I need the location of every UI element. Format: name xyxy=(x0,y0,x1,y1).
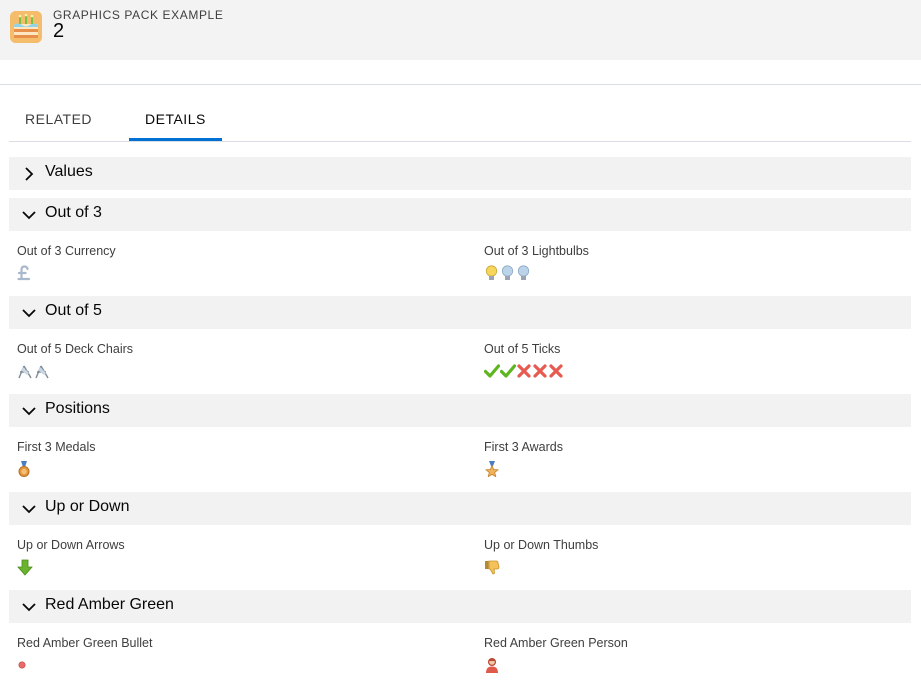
section-out-of-3-header[interactable]: Out of 3 xyxy=(9,198,911,231)
field-label: First 3 Awards xyxy=(484,440,563,454)
field-label: Out of 5 Ticks xyxy=(484,342,561,356)
field-value xyxy=(484,558,598,576)
tab-related[interactable]: RELATED xyxy=(25,104,92,140)
chevron-down-icon xyxy=(22,309,36,318)
field-label: Out of 3 Lightbulbs xyxy=(484,244,589,258)
field-up-or-down-arrows: Up or Down Arrows xyxy=(17,538,125,576)
section-title: Red Amber Green xyxy=(45,596,174,613)
field-first-3-awards: First 3 Awards xyxy=(484,440,563,478)
bronze-medal-icon xyxy=(18,461,30,477)
tick-icon xyxy=(500,364,516,378)
section-positions-header[interactable]: Positions xyxy=(9,394,911,427)
section-title: Positions xyxy=(45,400,110,417)
field-label: Out of 3 Currency xyxy=(17,244,116,258)
field-value xyxy=(484,264,589,282)
down-arrow-icon xyxy=(17,559,33,576)
field-label: Out of 5 Deck Chairs xyxy=(17,342,134,356)
chevron-down-icon xyxy=(22,603,36,612)
field-value xyxy=(17,656,153,674)
bronze-award-star-icon xyxy=(484,461,500,477)
chevron-right-icon xyxy=(25,167,34,181)
chevron-down-icon xyxy=(22,407,36,416)
record-header: GRAPHICS PACK EXAMPLE 2 xyxy=(0,0,921,60)
section-up-or-down-header[interactable]: Up or Down xyxy=(9,492,911,525)
cake-icon xyxy=(10,11,42,43)
section-values-header[interactable]: Values xyxy=(9,157,911,190)
section-red-amber-green-header[interactable]: Red Amber Green xyxy=(9,590,911,623)
field-label: Red Amber Green Bullet xyxy=(17,636,153,650)
field-value xyxy=(17,264,116,282)
field-label: Up or Down Thumbs xyxy=(484,538,599,552)
tab-details[interactable]: DETAILS xyxy=(129,104,222,141)
deck-chair-icon xyxy=(35,365,49,379)
section-out-of-5-header[interactable]: Out of 5 xyxy=(9,296,911,329)
field-out-of-3-lightbulbs: Out of 3 Lightbulbs xyxy=(484,244,589,282)
field-value xyxy=(484,656,628,674)
record-name: 2 xyxy=(53,20,65,42)
field-red-amber-green-bullet: Red Amber Green Bullet xyxy=(17,636,153,674)
chevron-down-icon xyxy=(22,211,36,220)
cross-icon xyxy=(517,364,531,378)
tab-bar: RELATED DETAILS xyxy=(9,104,911,142)
field-label: Up or Down Arrows xyxy=(17,538,125,552)
field-value xyxy=(17,362,133,380)
field-red-amber-green-person: Red Amber Green Person xyxy=(484,636,628,674)
lightbulb-on-icon xyxy=(485,265,498,280)
field-value xyxy=(17,558,125,576)
deck-chair-icon xyxy=(18,365,32,379)
lightbulb-off-icon xyxy=(517,265,530,280)
chevron-down-icon xyxy=(22,505,36,514)
field-label: Red Amber Green Person xyxy=(484,636,628,650)
field-value xyxy=(484,460,563,478)
field-out-of-5-ticks: Out of 5 Ticks xyxy=(484,342,564,380)
tick-icon xyxy=(484,364,500,378)
red-bullet-icon xyxy=(18,661,26,669)
section-title: Up or Down xyxy=(45,498,130,515)
section-title: Out of 5 xyxy=(45,302,102,319)
object-type-label: GRAPHICS PACK EXAMPLE xyxy=(53,8,224,22)
header-divider xyxy=(0,84,921,85)
field-up-or-down-thumbs: Up or Down Thumbs xyxy=(484,538,598,576)
cross-icon xyxy=(549,364,563,378)
field-value xyxy=(17,460,96,478)
pound-currency-icon xyxy=(17,265,31,281)
thumbs-down-icon xyxy=(485,560,500,575)
red-person-icon xyxy=(486,657,498,673)
section-title: Values xyxy=(45,163,93,180)
lightbulb-off-icon xyxy=(501,265,514,280)
cross-icon xyxy=(533,364,547,378)
field-label: First 3 Medals xyxy=(17,440,96,454)
field-out-of-5-deck-chairs: Out of 5 Deck Chairs xyxy=(17,342,133,380)
field-out-of-3-currency: Out of 3 Currency xyxy=(17,244,116,282)
section-title: Out of 3 xyxy=(45,204,102,221)
field-first-3-medals: First 3 Medals xyxy=(17,440,96,478)
field-value xyxy=(484,362,564,380)
